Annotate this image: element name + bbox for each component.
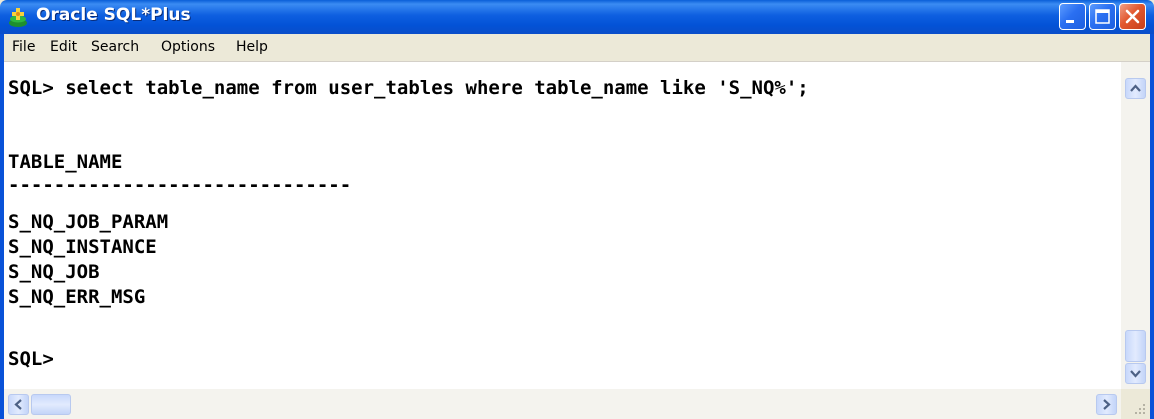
- chevron-up-icon: [1130, 84, 1141, 92]
- menu-options[interactable]: Options: [161, 39, 215, 55]
- chevron-right-icon: [1103, 399, 1111, 410]
- minimize-button[interactable]: [1059, 3, 1086, 30]
- close-icon: [1125, 9, 1140, 24]
- resize-grip-icon: [1135, 404, 1145, 414]
- sqlplus-window: Oracle SQL*Plus File Edit Search Options…: [0, 0, 1154, 419]
- maximize-button[interactable]: [1089, 3, 1116, 30]
- console-line-result: S_NQ_JOB_PARAM: [8, 211, 169, 233]
- close-button[interactable]: [1119, 3, 1146, 30]
- vertical-scrollbar[interactable]: [1121, 62, 1150, 389]
- scroll-up-button[interactable]: [1125, 78, 1146, 99]
- console-line-result: S_NQ_INSTANCE: [8, 236, 157, 258]
- chevron-down-icon: [1130, 370, 1141, 378]
- scroll-right-button[interactable]: [1096, 394, 1117, 415]
- console-line-result: S_NQ_ERR_MSG: [8, 286, 146, 308]
- horizontal-scrollbar[interactable]: [4, 389, 1121, 419]
- resize-grip[interactable]: [1121, 389, 1150, 419]
- scroll-left-button[interactable]: [8, 394, 29, 415]
- console-line-column-header: TABLE_NAME: [8, 151, 123, 173]
- menu-help[interactable]: Help: [236, 39, 268, 55]
- console-output[interactable]: SQL> select table_name from user_tables …: [4, 62, 1121, 389]
- horizontal-scroll-thumb[interactable]: [31, 394, 71, 415]
- vertical-scroll-thumb[interactable]: [1125, 330, 1146, 362]
- menu-file[interactable]: File: [12, 39, 35, 55]
- menu-search[interactable]: Search: [91, 39, 139, 55]
- minimize-icon: [1066, 20, 1074, 23]
- title-bar[interactable]: Oracle SQL*Plus: [0, 0, 1154, 34]
- menu-edit[interactable]: Edit: [50, 39, 77, 55]
- maximize-icon: [1095, 9, 1110, 24]
- menu-bar: File Edit Search Options Help: [4, 34, 1150, 62]
- chevron-left-icon: [14, 399, 22, 410]
- sqlplus-app-icon: [9, 8, 27, 27]
- console-line-result: S_NQ_JOB: [8, 261, 100, 283]
- scroll-down-button[interactable]: [1125, 363, 1146, 384]
- console-line-prompt: SQL>: [8, 348, 54, 370]
- window-title: Oracle SQL*Plus: [36, 5, 191, 25]
- console-line-query: SQL> select table_name from user_tables …: [8, 77, 809, 99]
- window-frame-right: [1150, 34, 1154, 419]
- console-line-separator: ------------------------------: [8, 174, 352, 196]
